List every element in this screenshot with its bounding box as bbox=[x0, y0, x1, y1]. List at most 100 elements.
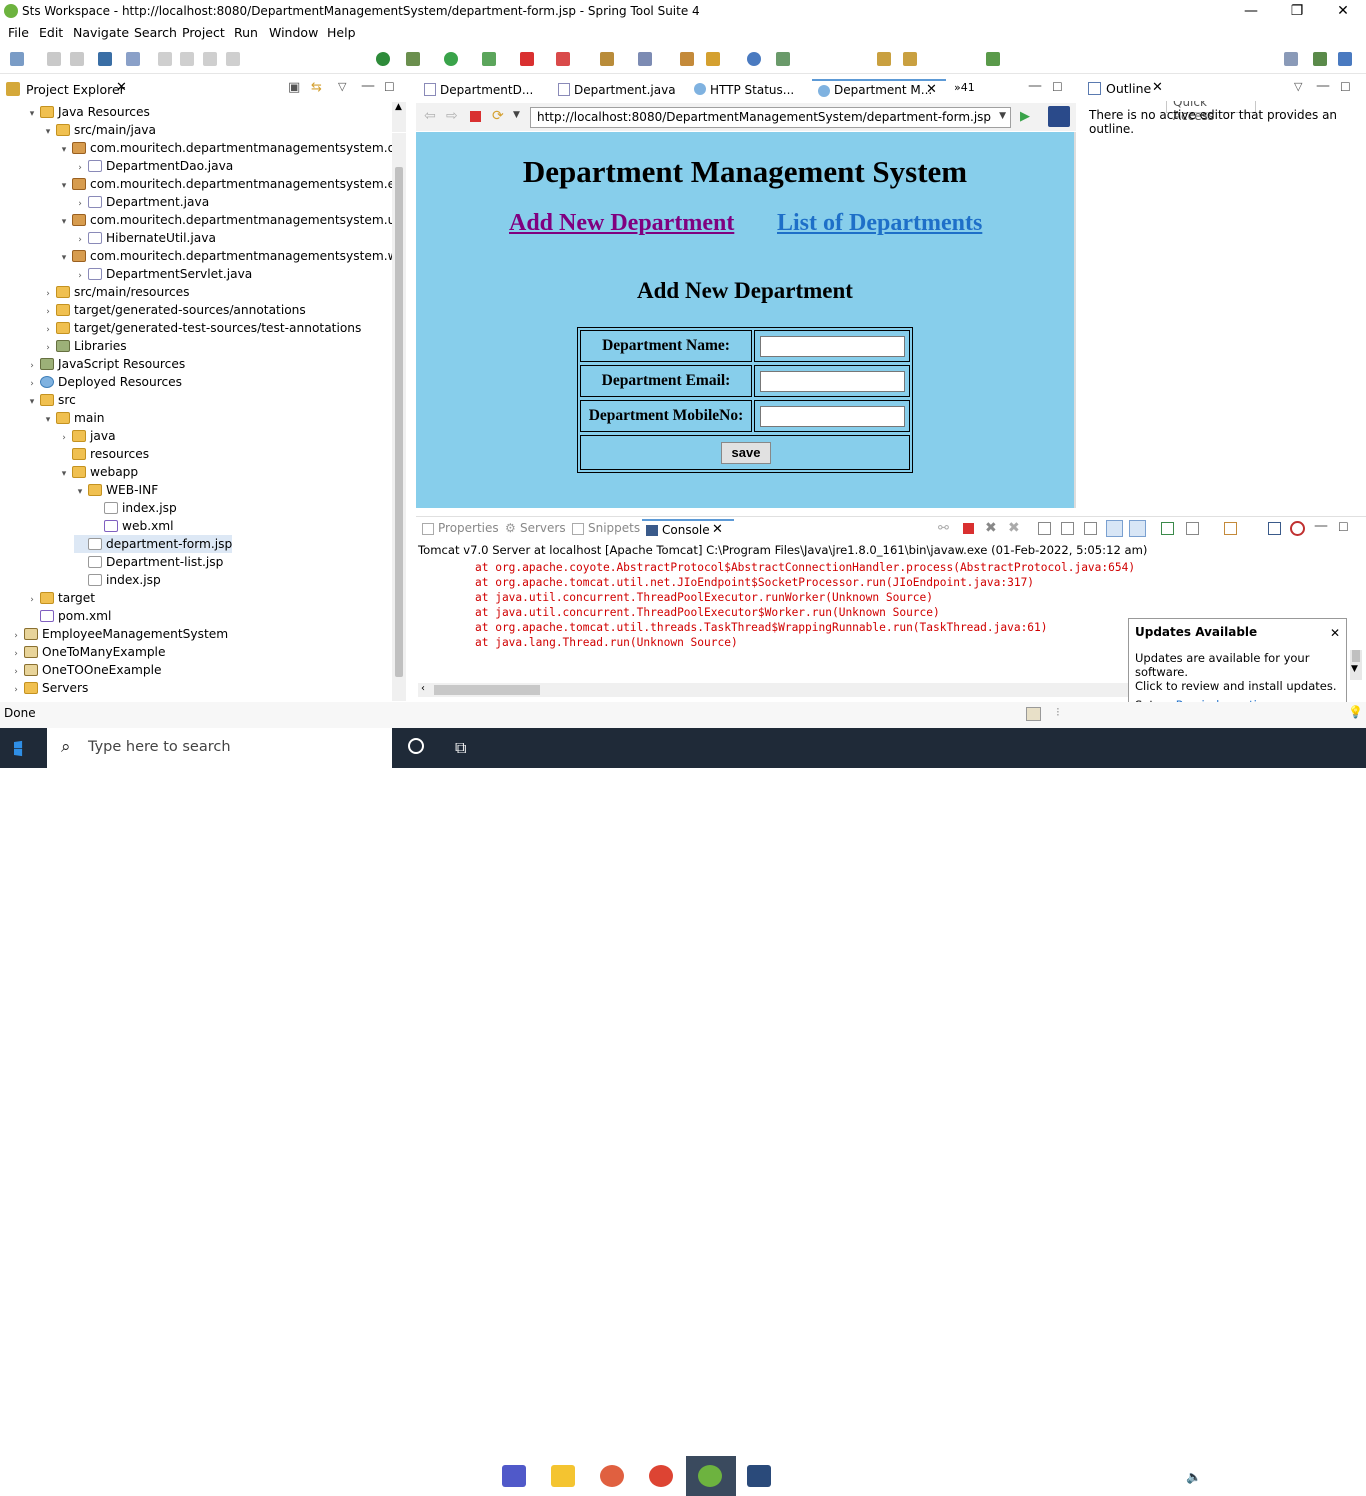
tree-item[interactable]: › HibernateUtil.java bbox=[74, 229, 216, 247]
terminate-icon[interactable] bbox=[203, 52, 217, 66]
volume-icon[interactable]: 🔈 bbox=[1186, 1469, 1202, 1485]
menu-run[interactable]: Run bbox=[234, 25, 258, 40]
disconnect-icon[interactable]: ⚯ bbox=[938, 521, 949, 536]
close-view-icon[interactable]: ✕ bbox=[116, 80, 127, 95]
stop-icon[interactable] bbox=[520, 52, 534, 66]
url-input[interactable]: http://localhost:8080/DepartmentManageme… bbox=[530, 107, 1011, 128]
clock-date[interactable]: 01-02-2022 bbox=[1246, 1477, 1319, 1492]
close-console-icon[interactable]: ✕ bbox=[712, 522, 723, 537]
console-settings-icon[interactable] bbox=[1268, 522, 1281, 535]
remove-launch-icon[interactable]: ✖ bbox=[985, 520, 997, 536]
scroll-down-arrow[interactable]: ▼ bbox=[1351, 664, 1358, 674]
refresh-icon[interactable]: ⟳ bbox=[492, 108, 504, 124]
browser-icon[interactable] bbox=[747, 52, 761, 66]
updates-body-1[interactable]: Updates are available for your software. bbox=[1135, 651, 1340, 679]
annotation-icon[interactable] bbox=[776, 52, 790, 66]
expanded-arrow-icon[interactable]: ▾ bbox=[58, 465, 70, 483]
tree-item[interactable]: › target/generated-sources/annotations bbox=[42, 301, 306, 319]
suspend-icon[interactable] bbox=[180, 52, 194, 66]
show-stdout-icon[interactable] bbox=[1106, 520, 1123, 537]
weather-icon[interactable]: 🌤 bbox=[1002, 1464, 1022, 1483]
step-into-icon[interactable] bbox=[226, 52, 240, 66]
open-type-icon[interactable] bbox=[680, 52, 694, 66]
debug-icon[interactable] bbox=[406, 52, 420, 66]
tree-item[interactable]: › DepartmentDao.java bbox=[74, 157, 233, 175]
tree-item[interactable]: pom.xml bbox=[26, 607, 111, 625]
console-vscrollbar[interactable]: ▼ bbox=[1350, 650, 1362, 680]
taskbar-search[interactable]: ⌕ Type here to search bbox=[47, 728, 392, 768]
scroll-lock-icon[interactable] bbox=[1061, 522, 1074, 535]
minimize-outline-icon[interactable]: — bbox=[1316, 78, 1330, 94]
save-icon[interactable] bbox=[47, 52, 61, 66]
minimize-console-icon[interactable]: — bbox=[1314, 518, 1328, 534]
maximize-outline-icon[interactable]: ☐ bbox=[1340, 80, 1351, 94]
minimize-button[interactable]: — bbox=[1228, 0, 1274, 23]
department-name-input[interactable] bbox=[760, 336, 905, 357]
outline-title[interactable]: Outline bbox=[1106, 81, 1151, 96]
tree-item[interactable]: › target bbox=[26, 589, 95, 607]
tip-icon[interactable]: 💡 bbox=[1348, 705, 1363, 719]
add-department-link[interactable]: Add New Department bbox=[509, 210, 734, 237]
expanded-arrow-icon[interactable]: ▾ bbox=[26, 393, 38, 411]
tab-snippets[interactable]: Snippets bbox=[588, 521, 640, 535]
open-perspective-icon[interactable] bbox=[986, 52, 1000, 66]
console-hscrollbar[interactable]: ‹ bbox=[418, 683, 1128, 697]
tree-item[interactable]: ▾ main bbox=[42, 409, 105, 427]
project-explorer-title[interactable]: Project Explorer bbox=[26, 82, 125, 97]
list-departments-link[interactable]: List of Departments bbox=[777, 210, 982, 237]
tree-item[interactable]: department-form.jsp bbox=[74, 535, 233, 553]
save-all-icon[interactable] bbox=[70, 52, 84, 66]
minimize-editor-icon[interactable]: — bbox=[1028, 78, 1042, 94]
expanded-arrow-icon[interactable]: ▾ bbox=[58, 141, 70, 159]
remove-all-icon[interactable]: ✖ bbox=[1008, 520, 1020, 536]
start-button[interactable] bbox=[14, 740, 32, 757]
tree-item[interactable]: › OneToManyExample bbox=[10, 643, 165, 661]
teams-icon[interactable] bbox=[502, 1465, 526, 1487]
terminal-icon[interactable] bbox=[98, 52, 112, 66]
forward-nav-icon[interactable] bbox=[903, 52, 917, 66]
new-icon[interactable] bbox=[10, 52, 24, 66]
tab-servers[interactable]: Servers bbox=[520, 521, 566, 535]
run-icon[interactable] bbox=[444, 52, 458, 66]
tree-item[interactable]: › DepartmentServlet.java bbox=[74, 265, 252, 283]
menu-project[interactable]: Project bbox=[182, 25, 225, 40]
build-progress-icon[interactable] bbox=[1026, 707, 1041, 721]
forward-icon[interactable]: ⇨ bbox=[446, 108, 458, 124]
tree-item[interactable]: Department-list.jsp bbox=[74, 553, 223, 571]
console-hscroll-thumb[interactable] bbox=[434, 685, 540, 695]
department-email-input[interactable] bbox=[760, 371, 905, 392]
maximize-view-icon[interactable]: ☐ bbox=[384, 80, 395, 94]
tree-item[interactable]: resources bbox=[58, 445, 149, 463]
tree-item[interactable]: › Servers bbox=[10, 679, 88, 697]
tree-item[interactable]: ▾ com.mouritech.departmentmanagementsyste… bbox=[58, 247, 392, 265]
spring-console-icon[interactable] bbox=[1290, 521, 1305, 536]
tree-item[interactable]: › src/main/resources bbox=[42, 283, 189, 301]
tree-item[interactable]: index.jsp bbox=[74, 571, 161, 589]
paint-icon[interactable] bbox=[600, 1465, 624, 1487]
menu-help[interactable]: Help bbox=[327, 25, 356, 40]
outline-menu-icon[interactable]: ▽ bbox=[1294, 80, 1302, 93]
collapsed-arrow-icon[interactable]: › bbox=[10, 681, 22, 699]
new-package-icon[interactable] bbox=[600, 52, 614, 66]
show-hidden-icon[interactable]: ⌃ bbox=[1116, 1469, 1126, 1484]
cortana-icon[interactable] bbox=[408, 738, 424, 754]
scroll-left-arrow[interactable]: ‹ bbox=[421, 683, 425, 694]
tree-item[interactable]: ▾ com.mouritech.departmentmanagementsyste… bbox=[58, 139, 392, 157]
file-explorer-icon[interactable] bbox=[551, 1465, 575, 1487]
tab-http-status[interactable]: HTTP Status... bbox=[688, 79, 806, 101]
menu-search[interactable]: Search bbox=[134, 25, 177, 40]
eclipse-browser-icon[interactable] bbox=[1048, 106, 1070, 127]
link-editor-icon[interactable]: ⇆ bbox=[311, 80, 322, 95]
tree-item[interactable]: › Department.java bbox=[74, 193, 209, 211]
tab-department-dao[interactable]: DepartmentD... bbox=[418, 79, 544, 101]
go-icon[interactable]: ▶ bbox=[1020, 109, 1030, 124]
save-button[interactable]: save bbox=[721, 442, 771, 464]
expanded-arrow-icon[interactable]: ▾ bbox=[74, 483, 86, 501]
perspective-spring-icon[interactable] bbox=[1313, 52, 1327, 66]
maximize-editor-icon[interactable]: ☐ bbox=[1052, 80, 1063, 94]
skip-breakpoints-icon[interactable] bbox=[126, 52, 140, 66]
menu-window[interactable]: Window bbox=[269, 25, 318, 40]
tree-item[interactable]: ▾ webapp bbox=[58, 463, 138, 481]
maximize-console-icon[interactable]: ☐ bbox=[1338, 520, 1349, 534]
tree-item[interactable]: ▾ Java Resources bbox=[26, 103, 150, 121]
